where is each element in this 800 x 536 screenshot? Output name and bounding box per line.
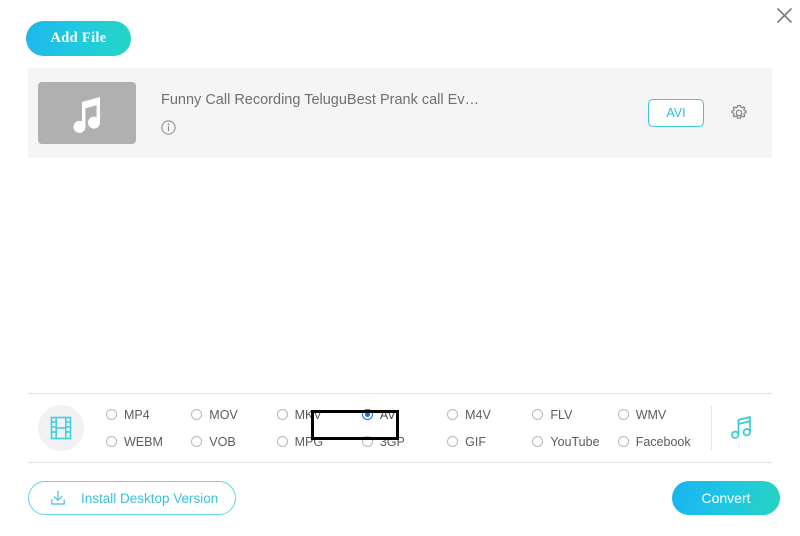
install-label: Install Desktop Version (81, 491, 218, 506)
format-option-gif[interactable]: GIF (447, 428, 532, 455)
format-option-mpg[interactable]: MPG (277, 428, 362, 455)
file-name: Funny Call Recording TeluguBest Prank ca… (161, 91, 648, 109)
radio-icon (447, 436, 458, 447)
music-note-icon (67, 93, 107, 133)
radio-icon (277, 436, 288, 447)
format-option-youtube[interactable]: YouTube (532, 428, 617, 455)
radio-icon (618, 436, 629, 447)
format-label: FLV (550, 408, 572, 422)
format-option-mp4[interactable]: MP4 (106, 401, 191, 428)
install-desktop-version-button[interactable]: Install Desktop Version (28, 481, 236, 515)
radio-icon (362, 436, 373, 447)
format-label: VOB (209, 435, 235, 449)
format-option-webm[interactable]: WEBM (106, 428, 191, 455)
add-file-button[interactable]: Add File (26, 21, 131, 56)
close-icon (776, 7, 793, 24)
format-label: AVI (380, 408, 399, 422)
radio-icon (191, 436, 202, 447)
format-option-avi[interactable]: AVI (362, 401, 447, 428)
file-thumbnail (38, 82, 136, 144)
format-label: MKV (295, 408, 322, 422)
gear-icon (729, 103, 749, 123)
info-circle-icon[interactable] (161, 120, 176, 135)
format-option-wmv[interactable]: WMV (618, 401, 703, 428)
format-label: M4V (465, 408, 491, 422)
format-option-mkv[interactable]: MKV (277, 401, 362, 428)
format-option-m4v[interactable]: M4V (447, 401, 532, 428)
format-option-vob[interactable]: VOB (191, 428, 276, 455)
radio-icon (618, 409, 629, 420)
format-option-flv[interactable]: FLV (532, 401, 617, 428)
radio-icon (277, 409, 288, 420)
convert-button[interactable]: Convert (672, 481, 780, 515)
format-selection-bar: MP4 MOV MKV AVI M4V FLV WMV WEBM (28, 393, 772, 463)
file-list: Funny Call Recording TeluguBest Prank ca… (28, 68, 772, 158)
download-icon (47, 487, 69, 509)
radio-icon (532, 409, 543, 420)
audio-formats-tab[interactable] (712, 413, 772, 443)
format-label: 3GP (380, 435, 405, 449)
radio-icon (447, 409, 458, 420)
format-label: GIF (465, 435, 486, 449)
format-label: WMV (636, 408, 667, 422)
file-info: Funny Call Recording TeluguBest Prank ca… (136, 91, 648, 136)
radio-icon-selected (362, 409, 373, 420)
format-option-3gp[interactable]: 3GP (362, 428, 447, 455)
format-option-mov[interactable]: MOV (191, 401, 276, 428)
file-settings-button[interactable] (728, 102, 750, 124)
format-label: Facebook (636, 435, 691, 449)
add-file-container: Add File (26, 21, 131, 56)
file-row[interactable]: Funny Call Recording TeluguBest Prank ca… (28, 68, 772, 158)
film-strip-icon (48, 415, 74, 441)
video-formats-tab[interactable] (38, 405, 84, 451)
radio-icon (106, 436, 117, 447)
format-label: WEBM (124, 435, 163, 449)
music-note-icon (727, 413, 757, 443)
radio-icon (532, 436, 543, 447)
radio-icon (191, 409, 202, 420)
format-option-facebook[interactable]: Facebook (618, 428, 703, 455)
file-info-row (161, 120, 648, 136)
format-label: MPG (295, 435, 323, 449)
format-options-grid: MP4 MOV MKV AVI M4V FLV WMV WEBM (84, 401, 711, 455)
radio-icon (106, 409, 117, 420)
format-label: YouTube (550, 435, 599, 449)
format-label: MP4 (124, 408, 150, 422)
format-label: MOV (209, 408, 237, 422)
close-window-button[interactable] (771, 2, 797, 28)
file-output-format-badge[interactable]: AVI (648, 99, 704, 127)
